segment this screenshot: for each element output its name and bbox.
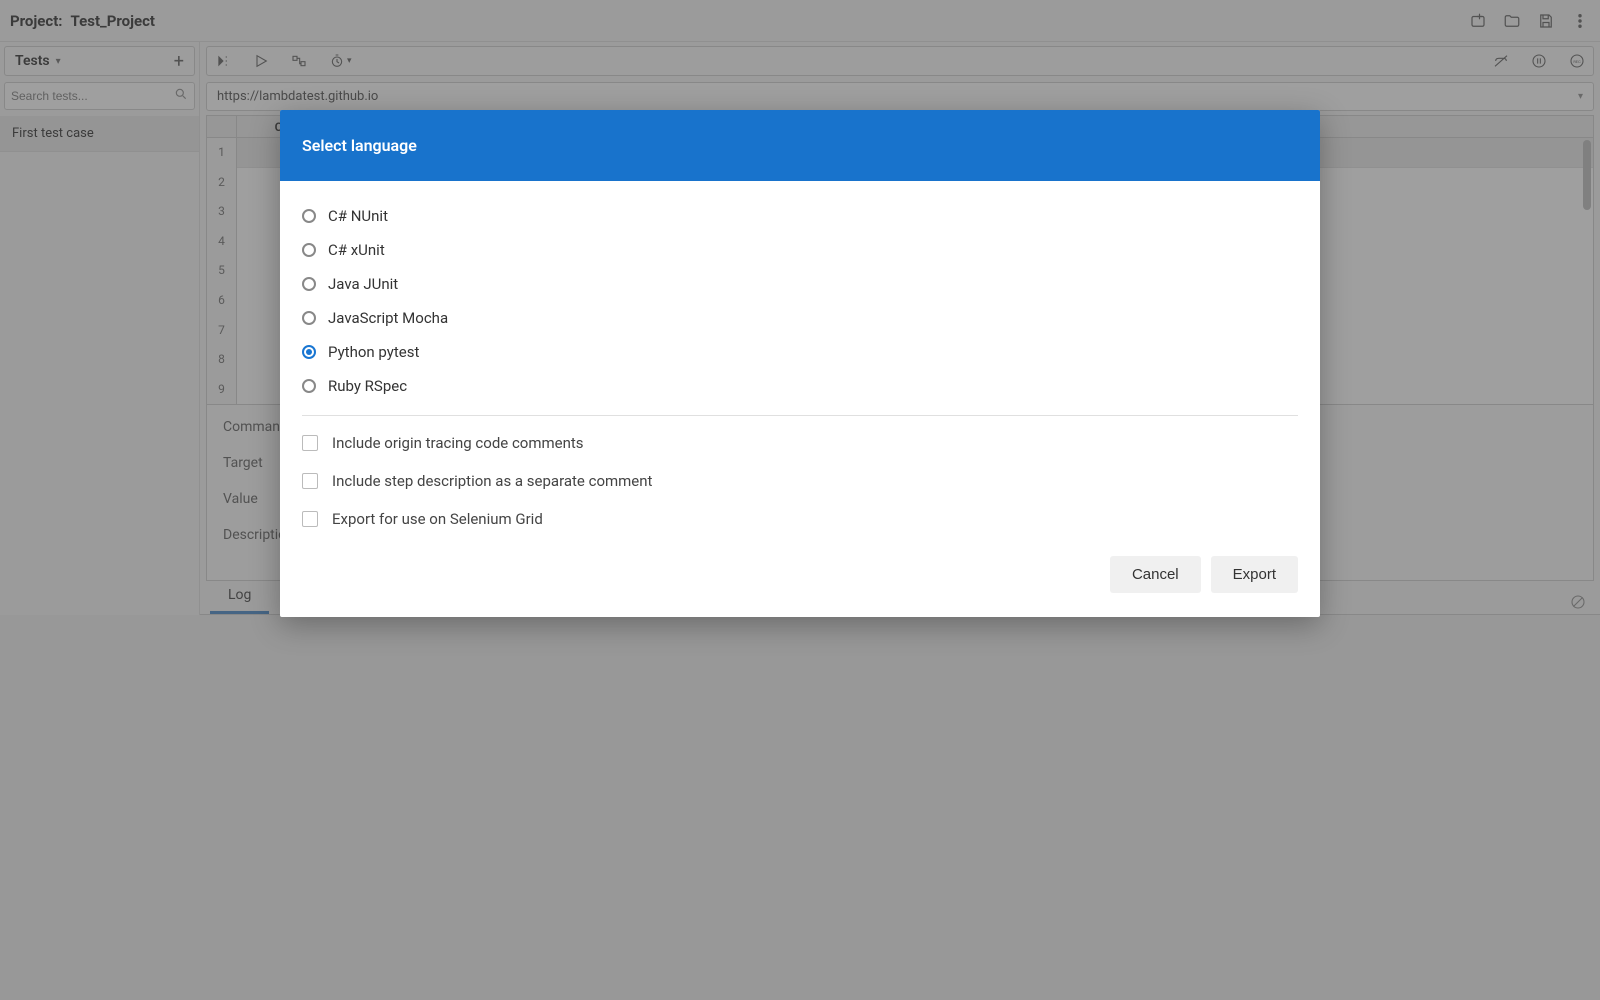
radio-ruby-rspec[interactable]: Ruby RSpec: [302, 377, 1298, 395]
radio-label: Python pytest: [328, 343, 419, 361]
radio-js-mocha[interactable]: JavaScript Mocha: [302, 309, 1298, 327]
cancel-button[interactable]: Cancel: [1110, 556, 1201, 593]
export-modal: Select language C# NUnit C# xUnit Java J…: [280, 110, 1320, 617]
checkbox-icon: [302, 473, 318, 489]
checkbox-label: Include origin tracing code comments: [332, 434, 584, 452]
radio-csharp-xunit[interactable]: C# xUnit: [302, 241, 1298, 259]
checkbox-icon: [302, 511, 318, 527]
radio-label: JavaScript Mocha: [328, 309, 448, 327]
checkbox-selenium-grid[interactable]: Export for use on Selenium Grid: [302, 510, 1298, 528]
radio-icon: [302, 209, 316, 223]
radio-csharp-nunit[interactable]: C# NUnit: [302, 207, 1298, 225]
radio-label: Ruby RSpec: [328, 377, 407, 395]
radio-icon: [302, 243, 316, 257]
checkbox-origin-tracing[interactable]: Include origin tracing code comments: [302, 434, 1298, 452]
radio-python-pytest[interactable]: Python pytest: [302, 343, 1298, 361]
modal-overlay[interactable]: Select language C# NUnit C# xUnit Java J…: [0, 0, 1600, 1000]
divider: [302, 415, 1298, 416]
radio-icon: [302, 379, 316, 393]
radio-icon: [302, 345, 316, 359]
radio-icon: [302, 277, 316, 291]
export-options-list: Include origin tracing code comments Inc…: [302, 434, 1298, 528]
modal-title: Select language: [280, 110, 1320, 181]
checkbox-label: Export for use on Selenium Grid: [332, 510, 543, 528]
radio-icon: [302, 311, 316, 325]
radio-label: C# NUnit: [328, 207, 388, 225]
checkbox-step-description[interactable]: Include step description as a separate c…: [302, 472, 1298, 490]
modal-footer: Cancel Export: [280, 538, 1320, 617]
checkbox-label: Include step description as a separate c…: [332, 472, 652, 490]
export-button[interactable]: Export: [1211, 556, 1298, 593]
checkbox-icon: [302, 435, 318, 451]
radio-label: C# xUnit: [328, 241, 385, 259]
radio-java-junit[interactable]: Java JUnit: [302, 275, 1298, 293]
radio-label: Java JUnit: [328, 275, 398, 293]
language-radio-list: C# NUnit C# xUnit Java JUnit JavaScript …: [302, 207, 1298, 395]
